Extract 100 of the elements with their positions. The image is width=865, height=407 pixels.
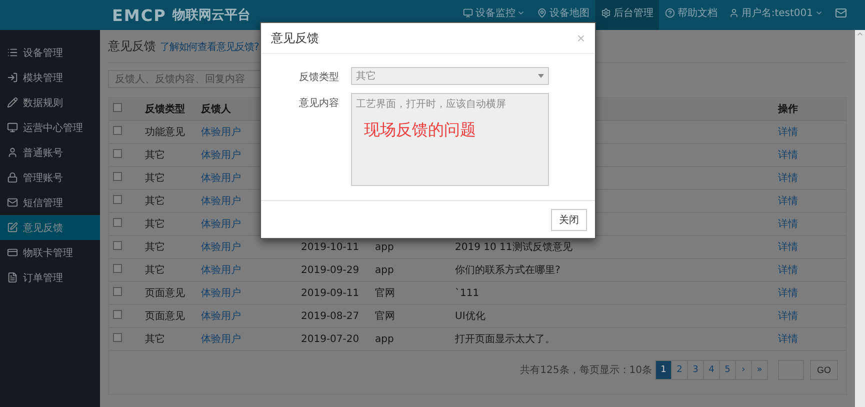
page-link[interactable]: 4 <box>702 360 720 380</box>
checkbox[interactable] <box>113 126 122 135</box>
table-cell: 2019 10 11测试反馈意见 <box>455 242 572 253</box>
card-icon <box>7 247 18 258</box>
monitor-icon <box>7 122 18 133</box>
page-link[interactable]: 1 <box>654 360 672 380</box>
user-link[interactable]: 体验用户 <box>201 150 241 161</box>
sidebar-item[interactable]: 运营中心管理 <box>0 115 100 140</box>
table-cell: 其它 <box>145 173 165 184</box>
details-link[interactable]: 详情 <box>778 196 798 207</box>
user-link[interactable]: 体验用户 <box>201 196 241 207</box>
table-cell: 其它 <box>145 334 165 345</box>
scroll-up-icon[interactable] <box>856 30 864 38</box>
mail-icon <box>7 197 18 208</box>
checkbox[interactable] <box>113 195 122 204</box>
nav-item[interactable]: 用户名:test001 <box>723 0 829 30</box>
details-link[interactable]: 详情 <box>778 311 798 322</box>
table-cell: 打开页面显示太大了。 <box>455 334 555 345</box>
checkbox[interactable] <box>113 333 122 342</box>
user-link[interactable]: 体验用户 <box>201 288 241 299</box>
sidebar-item[interactable]: 设备管理 <box>0 40 100 65</box>
table-cell: UI优化 <box>455 311 486 322</box>
checkbox[interactable] <box>113 287 122 296</box>
user-link[interactable]: 体验用户 <box>201 173 241 184</box>
sidebar-item[interactable]: 模块管理 <box>0 65 100 90</box>
table-cell: 官网 <box>375 311 395 322</box>
login-icon <box>7 72 18 83</box>
table-cell: 2019-10-11 <box>301 242 360 252</box>
checkbox[interactable] <box>113 218 122 227</box>
details-link[interactable]: 详情 <box>778 173 798 184</box>
page-title: 意见反馈 <box>108 38 156 55</box>
table-cell: 其它 <box>145 150 165 161</box>
map-pin-icon <box>537 8 548 18</box>
nav-item[interactable]: 帮助文档 <box>659 0 724 30</box>
type-select[interactable]: 其它 <box>351 67 549 85</box>
user-link[interactable]: 体验用户 <box>201 265 241 276</box>
page-link[interactable]: 5 <box>718 360 736 380</box>
table-cell: app <box>375 334 394 344</box>
table-cell: 其它 <box>145 219 165 230</box>
table-cell: 功能意见 <box>145 127 185 138</box>
monitor-icon <box>463 8 474 18</box>
table-cell: app <box>375 264 394 276</box>
column-header: 反馈类型 <box>145 104 185 115</box>
document-icon <box>7 272 18 283</box>
user-link[interactable]: 体验用户 <box>201 242 241 253</box>
content-textarea[interactable]: 工艺界面，打开时，应该自动横屏 现场反馈的问题 <box>351 93 549 186</box>
edit-icon <box>7 222 18 233</box>
list-icon <box>7 47 18 58</box>
checkbox[interactable] <box>113 264 122 273</box>
brand-name: 物联网云平台 <box>172 7 250 24</box>
sidebar-item[interactable]: 物联卡管理 <box>0 240 100 265</box>
checkbox[interactable] <box>113 149 122 158</box>
user-icon <box>7 147 18 158</box>
page-link[interactable]: › <box>734 360 752 380</box>
user-icon <box>729 8 740 18</box>
nav-item[interactable]: 后台管理 <box>595 0 660 30</box>
table-cell: 2019-09-11 <box>301 288 360 298</box>
close-button[interactable]: × <box>576 30 585 46</box>
table-cell: 页面意见 <box>145 288 185 299</box>
column-header: 反馈人 <box>201 104 231 115</box>
table-cell: 页面意见 <box>145 311 185 322</box>
help-link[interactable]: 了解如何查看意见反馈? <box>160 40 259 54</box>
user-link[interactable]: 体验用户 <box>201 334 241 345</box>
user-link[interactable]: 体验用户 <box>201 127 241 138</box>
scrollbar[interactable] <box>855 30 865 407</box>
settings-icon <box>601 8 612 18</box>
user-link[interactable]: 体验用户 <box>201 219 241 230</box>
sidebar-item[interactable]: 短信管理 <box>0 190 100 215</box>
field-label: 意见内容 <box>298 96 339 110</box>
lock-icon <box>7 172 18 183</box>
nav-item[interactable]: 设备地图 <box>531 0 596 30</box>
sidebar-item[interactable]: 管理账号 <box>0 165 100 190</box>
checkbox[interactable] <box>113 241 122 250</box>
page-link[interactable]: 2 <box>670 360 688 380</box>
nav-item[interactable]: 设备监控 <box>457 0 532 30</box>
page-link[interactable]: 3 <box>686 360 704 380</box>
sidebar-item[interactable]: 意见反馈 <box>0 215 100 240</box>
details-link[interactable]: 详情 <box>778 265 798 276</box>
go-button[interactable]: GO <box>810 360 838 380</box>
close-button[interactable]: 关闭 <box>551 208 587 230</box>
details-link[interactable]: 详情 <box>778 288 798 299</box>
table-cell: 其它 <box>145 242 165 253</box>
table-cell: app <box>375 242 394 252</box>
sidebar-item[interactable]: 订单管理 <box>0 265 100 290</box>
mail-icon <box>835 7 847 19</box>
help-icon <box>665 8 676 18</box>
sidebar-item[interactable]: 数据规则 <box>0 90 100 115</box>
user-link[interactable]: 体验用户 <box>201 311 241 322</box>
details-link[interactable]: 详情 <box>778 219 798 230</box>
table-cell: 2019-07-20 <box>301 334 360 344</box>
checkbox[interactable] <box>113 103 122 112</box>
details-link[interactable]: 详情 <box>778 242 798 253</box>
checkbox[interactable] <box>113 172 122 181</box>
details-link[interactable]: 详情 <box>778 334 798 345</box>
sidebar-item[interactable]: 普通账号 <box>0 140 100 165</box>
details-link[interactable]: 详情 <box>778 127 798 138</box>
page-link[interactable]: » <box>750 360 768 380</box>
dialog-title: 意见反馈 <box>271 30 319 46</box>
checkbox[interactable] <box>113 310 122 319</box>
details-link[interactable]: 详情 <box>778 150 798 161</box>
